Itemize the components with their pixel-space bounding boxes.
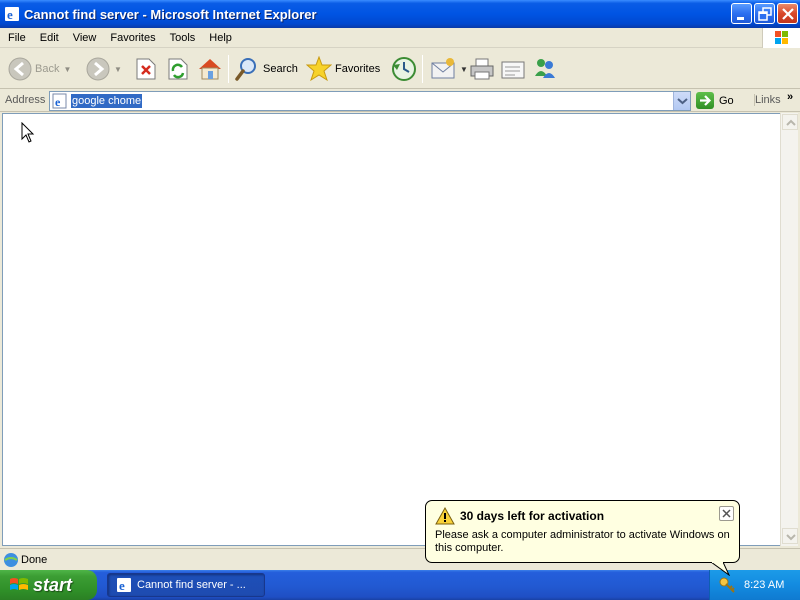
status-text: Done xyxy=(21,554,48,566)
go-label: Go xyxy=(719,94,734,107)
menu-edit[interactable]: Edit xyxy=(33,29,66,47)
activation-key-icon[interactable] xyxy=(718,576,736,594)
windows-flag-icon xyxy=(10,578,28,590)
taskbar-button-ie[interactable]: e Cannot find server - ... xyxy=(107,573,265,597)
scroll-up-button[interactable] xyxy=(782,114,798,130)
window-title: Cannot find server - Microsoft Internet … xyxy=(24,6,317,22)
forward-button[interactable]: ▼ xyxy=(86,54,122,84)
menu-file[interactable]: File xyxy=(0,29,33,47)
ie-icon: e xyxy=(5,7,19,22)
menu-view[interactable]: View xyxy=(66,29,104,47)
mail-icon xyxy=(431,58,455,79)
minimize-icon xyxy=(737,17,744,20)
history-button[interactable] xyxy=(391,54,417,84)
ie-status-icon xyxy=(4,553,18,567)
back-icon xyxy=(8,57,32,81)
menu-tools[interactable]: Tools xyxy=(163,29,203,47)
favorites-icon xyxy=(306,56,332,82)
taskbar-button-label: Cannot find server - ... xyxy=(137,579,246,591)
refresh-icon xyxy=(168,58,188,80)
edit-button[interactable] xyxy=(500,54,526,84)
back-dropdown-icon[interactable]: ▼ xyxy=(63,65,71,74)
favorites-label: Favorites xyxy=(335,63,381,75)
forward-dropdown-icon[interactable]: ▼ xyxy=(114,65,122,74)
start-label: start xyxy=(33,574,73,595)
close-icon xyxy=(782,8,794,20)
mail-button[interactable]: ▼ xyxy=(430,54,468,84)
svg-text:e: e xyxy=(7,7,13,22)
restore-icon xyxy=(758,7,772,21)
taskbar: start e Cannot find server - ... 8:23 AM xyxy=(0,570,800,600)
go-button[interactable]: Go xyxy=(696,92,734,109)
page-content[interactable] xyxy=(2,113,781,546)
balloon-message: Please ask a computer administrator to a… xyxy=(435,529,730,554)
address-dropdown-button[interactable] xyxy=(673,92,690,110)
print-button[interactable] xyxy=(469,54,495,84)
favorites-button[interactable]: Favorites xyxy=(306,54,380,84)
scroll-down-button[interactable] xyxy=(782,528,798,544)
windows-logo xyxy=(762,28,800,48)
menu-bar: File Edit View Favorites Tools Help xyxy=(0,28,800,48)
stop-button[interactable] xyxy=(135,54,157,84)
warning-icon xyxy=(435,507,455,525)
stop-icon xyxy=(136,58,156,80)
links-label[interactable]: Links xyxy=(754,94,781,106)
search-icon xyxy=(235,58,256,81)
close-button[interactable] xyxy=(777,3,798,24)
address-bar: Address e google chome Go Links » xyxy=(0,90,800,112)
print-icon xyxy=(470,58,494,80)
go-arrow-icon xyxy=(696,92,714,109)
toolbar: Back ▼ ▼ Search Favorites ▼ xyxy=(0,49,800,89)
ie-page-icon: e xyxy=(52,93,67,109)
home-button[interactable] xyxy=(197,54,223,84)
address-input[interactable]: google chome xyxy=(71,94,143,108)
chevron-down-icon xyxy=(677,98,688,105)
start-button[interactable]: start xyxy=(0,570,97,600)
minimize-button[interactable] xyxy=(731,3,752,24)
search-button[interactable]: Search xyxy=(234,54,298,84)
address-label: Address xyxy=(5,94,46,106)
close-icon xyxy=(722,509,731,518)
clock[interactable]: 8:23 AM xyxy=(744,579,784,591)
history-icon xyxy=(392,57,416,81)
links-chevron-icon[interactable]: » xyxy=(787,91,793,103)
vertical-scrollbar[interactable] xyxy=(780,113,798,546)
refresh-button[interactable] xyxy=(167,54,189,84)
activation-balloon[interactable]: 30 days left for activation Please ask a… xyxy=(425,500,740,576)
title-bar[interactable]: e Cannot find server - Microsoft Interne… xyxy=(0,0,800,28)
balloon-title: 30 days left for activation xyxy=(460,509,605,523)
balloon-close-button[interactable] xyxy=(719,506,734,521)
svg-text:e: e xyxy=(119,578,125,593)
edit-icon xyxy=(501,61,525,79)
messenger-icon xyxy=(535,59,555,78)
back-label: Back xyxy=(35,63,60,75)
ie-icon: e xyxy=(117,578,131,593)
mail-dropdown-icon[interactable]: ▼ xyxy=(460,65,468,74)
balloon-pointer xyxy=(711,562,731,576)
restore-button[interactable] xyxy=(754,3,775,24)
menu-help[interactable]: Help xyxy=(202,29,239,47)
svg-text:e: e xyxy=(55,95,61,109)
mouse-cursor-icon xyxy=(21,122,35,143)
search-label: Search xyxy=(263,63,298,75)
forward-icon xyxy=(86,57,110,81)
arrow-down-icon xyxy=(786,534,796,541)
home-icon xyxy=(199,59,221,80)
address-field[interactable]: e google chome xyxy=(49,91,691,111)
arrow-up-icon xyxy=(786,119,796,126)
back-button[interactable]: Back ▼ xyxy=(8,54,71,84)
menu-favorites[interactable]: Favorites xyxy=(103,29,162,47)
messenger-button[interactable] xyxy=(532,54,558,84)
windows-flag-icon xyxy=(775,31,788,44)
